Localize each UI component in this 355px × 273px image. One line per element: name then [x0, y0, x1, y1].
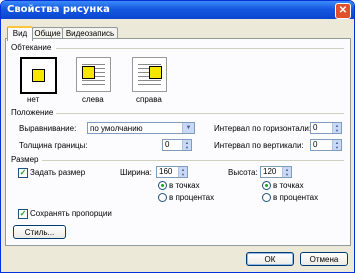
set-size-label: Задать размер	[30, 168, 86, 177]
ok-button[interactable]: ОК	[246, 252, 294, 266]
window-title: Свойства рисунка	[7, 4, 110, 15]
wrap-none-label: нет	[27, 95, 40, 104]
style-button[interactable]: Стиль...	[13, 225, 66, 239]
width-value: 160	[159, 167, 173, 176]
hgap-spinner[interactable]: 0 ▲ ▼	[310, 122, 342, 134]
tab-view[interactable]: Вид	[7, 26, 33, 41]
vgap-value: 0	[313, 140, 318, 149]
wrap-right-icon[interactable]	[132, 57, 167, 92]
spinner-arrows-icon[interactable]: ▲ ▼	[182, 140, 191, 150]
position-section-title: Положение	[11, 108, 54, 117]
title-bar[interactable]: Свойства рисунка ✕	[1, 1, 354, 19]
position-divider	[56, 113, 344, 114]
tab-panel: Обтекание нет слева справа Положение Выр…	[5, 38, 351, 246]
set-size-checkbox[interactable]: ✓	[18, 168, 28, 178]
height-spinner[interactable]: 120 ▲ ▼	[260, 166, 292, 178]
height-points-label: в точках	[273, 181, 304, 190]
dialog-window: Свойства рисунка ✕ Вид Общие Видеозапись…	[0, 0, 355, 273]
cancel-button[interactable]: Отмена	[300, 252, 348, 266]
width-percent-radio[interactable]	[158, 193, 167, 202]
align-label: Выравнивание:	[19, 124, 77, 133]
size-divider	[42, 160, 344, 161]
align-value: по умолчанию	[90, 124, 143, 133]
vgap-spinner[interactable]: 0 ▲ ▼	[310, 139, 342, 151]
width-points-radio[interactable]	[158, 181, 167, 190]
size-section-title: Размер	[11, 155, 39, 164]
height-value: 120	[263, 167, 277, 176]
border-label: Толщина границы:	[19, 141, 88, 150]
align-select[interactable]: по умолчанию ▼	[87, 122, 195, 134]
hgap-value: 0	[313, 123, 318, 132]
keep-ratio-checkbox[interactable]: ✓	[18, 209, 28, 219]
wrap-none-icon[interactable]	[20, 57, 57, 94]
wrap-section-title: Обтекание	[11, 43, 52, 52]
height-label: Высота:	[228, 168, 258, 177]
height-percent-radio[interactable]	[262, 193, 271, 202]
width-percent-label: в процентах	[169, 193, 215, 202]
height-percent-label: в процентах	[273, 193, 319, 202]
hgap-label: Интервал по горизонтали:	[214, 124, 312, 133]
spinner-arrows-icon[interactable]: ▲ ▼	[178, 167, 187, 177]
spinner-arrows-icon[interactable]: ▲ ▼	[332, 140, 341, 150]
width-spinner[interactable]: 160 ▲ ▼	[156, 166, 188, 178]
border-spinner[interactable]: 0 ▲ ▼	[162, 139, 192, 151]
keep-ratio-label: Сохранять пропорции	[30, 209, 112, 218]
width-points-label: в точках	[169, 181, 200, 190]
spinner-arrows-icon[interactable]: ▲ ▼	[332, 123, 341, 133]
chevron-down-icon[interactable]: ▼	[182, 123, 194, 133]
wrap-left-icon[interactable]	[76, 57, 111, 92]
width-label: Ширина:	[120, 168, 152, 177]
height-points-radio[interactable]	[262, 181, 271, 190]
wrap-divider	[56, 48, 344, 49]
close-icon[interactable]: ✕	[335, 3, 351, 19]
vgap-label: Интервал по вертикали:	[214, 141, 304, 150]
wrap-right-label: справа	[136, 95, 162, 104]
wrap-left-label: слева	[82, 95, 104, 104]
border-value: 0	[165, 140, 170, 149]
spinner-arrows-icon[interactable]: ▲ ▼	[282, 167, 291, 177]
